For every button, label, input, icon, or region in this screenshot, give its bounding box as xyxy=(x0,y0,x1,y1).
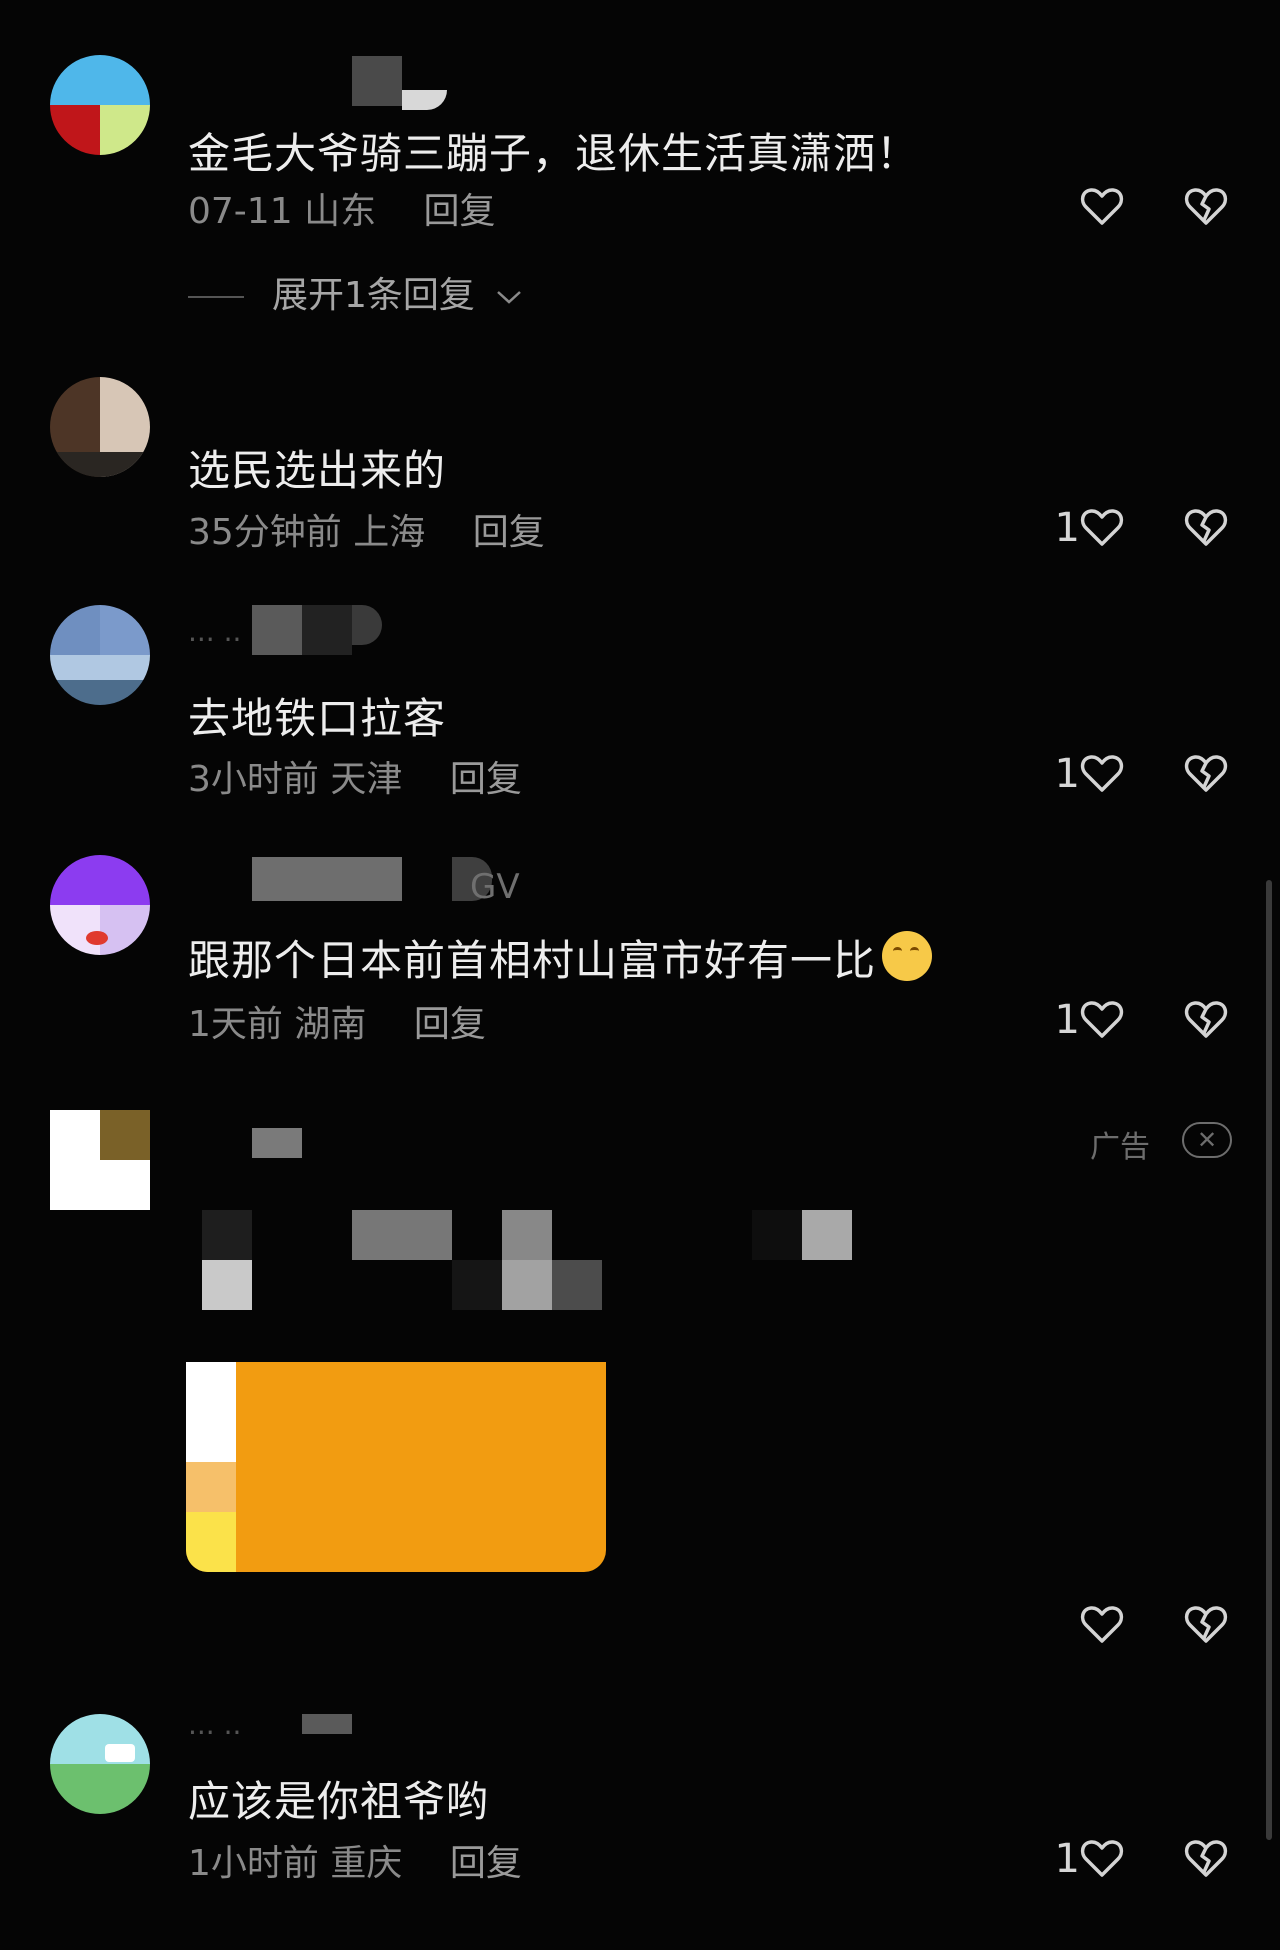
heart-outline-icon[interactable] xyxy=(1078,503,1126,551)
comment-location: 湖南 xyxy=(294,1004,367,1045)
comment-item: 金毛大爷骑三蹦子，退休生活真潇洒！ 07-11 山东 回复 展开1条回复 xyxy=(0,40,1280,316)
comment-text: 应该是你祖爷哟 xyxy=(188,1777,490,1826)
avatar[interactable] xyxy=(50,377,150,477)
comment-meta: 07-11 山东 回复 xyxy=(188,182,496,234)
comment-item: 选民选出来的 35分钟前 上海 回复 1 xyxy=(0,375,1280,575)
username-redacted: ··· ·· xyxy=(188,1716,242,1749)
comment-item: ··· ·· 去地铁口拉客 3小时前 天津 回复 1 xyxy=(0,605,1280,805)
ad-text-redacted xyxy=(802,1210,852,1260)
username-redacted xyxy=(302,1714,352,1734)
close-icon[interactable]: ✕ xyxy=(1182,1122,1232,1158)
ad-text-redacted xyxy=(452,1260,502,1310)
comment-actions: 1 xyxy=(1000,501,1230,557)
ad-text-redacted xyxy=(202,1210,252,1260)
avatar[interactable] xyxy=(50,55,150,155)
comment-time: 3小时前 xyxy=(188,759,319,800)
comment-item: ··· ·· 应该是你祖爷哟 1小时前 重庆 回复 1 xyxy=(0,1710,1280,1910)
scrollbar[interactable] xyxy=(1266,880,1272,1840)
comment-meta: 3小时前 天津 回复 xyxy=(188,750,522,802)
expand-replies-label: 展开1条回复 xyxy=(272,275,475,316)
reply-button[interactable]: 回复 xyxy=(424,191,496,232)
heart-outline-icon[interactable] xyxy=(1078,749,1126,797)
comment-text: 去地铁口拉客 xyxy=(188,694,447,743)
comment-time: 1小时前 xyxy=(188,1843,319,1884)
avatar[interactable] xyxy=(50,855,150,955)
like-count: 1 xyxy=(1054,505,1080,551)
comment-location: 山东 xyxy=(304,191,377,232)
comment-text-body: 跟那个日本前首相村山富市好有一比 xyxy=(188,936,877,985)
chevron-down-icon xyxy=(497,291,522,304)
username-redacted xyxy=(402,90,447,110)
ad-label: 广告 xyxy=(1090,1130,1150,1165)
username-redacted xyxy=(302,605,352,655)
comment-time: 1天前 xyxy=(188,1004,283,1045)
ad-text-redacted xyxy=(502,1260,552,1310)
comment-meta: 35分钟前 上海 回复 xyxy=(188,503,545,555)
reply-button[interactable]: 回复 xyxy=(450,1843,522,1884)
broken-heart-icon[interactable] xyxy=(1182,1834,1230,1882)
comment-actions: 1 xyxy=(1000,1832,1230,1888)
ad-banner[interactable] xyxy=(186,1362,606,1572)
expand-replies-button[interactable]: 展开1条回复 xyxy=(188,266,524,318)
heart-outline-icon[interactable] xyxy=(1078,1834,1126,1882)
like-count: 1 xyxy=(1054,1836,1080,1882)
broken-heart-icon[interactable] xyxy=(1182,1600,1230,1648)
reply-button[interactable]: 回复 xyxy=(450,759,522,800)
ad-text-redacted xyxy=(752,1210,802,1260)
comment-item: GV 跟那个日本前首相村山富市好有一比 1天前 湖南 回复 1 xyxy=(0,855,1280,1055)
username-redacted xyxy=(352,605,382,645)
username-redacted xyxy=(352,56,402,106)
heart-outline-icon[interactable] xyxy=(1078,995,1126,1043)
expand-divider xyxy=(188,296,244,298)
ad-item: 广告 ✕ xyxy=(0,1108,1280,1668)
comment-meta: 1小时前 重庆 回复 xyxy=(188,1834,522,1886)
comment-location: 上海 xyxy=(353,512,426,553)
broken-heart-icon[interactable] xyxy=(1182,749,1230,797)
comment-text: 跟那个日本前首相村山富市好有一比 xyxy=(188,927,933,988)
comment-actions: 1 xyxy=(1000,993,1230,1049)
broken-heart-icon[interactable] xyxy=(1182,995,1230,1043)
shush-emoji-icon xyxy=(882,931,933,981)
username-redacted: ··· ·· xyxy=(188,623,242,656)
heart-outline-icon[interactable] xyxy=(1078,182,1126,230)
ad-text-redacted xyxy=(352,1210,452,1260)
like-count: 1 xyxy=(1054,751,1080,797)
avatar[interactable] xyxy=(50,1714,150,1814)
comment-time: 07-11 xyxy=(188,191,293,232)
ad-avatar[interactable] xyxy=(50,1110,150,1210)
comment-time: 35分钟前 xyxy=(188,512,342,553)
comment-text: 金毛大爷骑三蹦子，退休生活真潇洒！ xyxy=(188,129,920,178)
comment-text: 选民选出来的 xyxy=(188,446,447,495)
avatar[interactable] xyxy=(50,605,150,705)
username-redacted xyxy=(252,857,402,901)
broken-heart-icon[interactable] xyxy=(1182,503,1230,551)
comment-actions: 1 xyxy=(1000,747,1230,803)
like-count: 1 xyxy=(1054,997,1080,1043)
reply-button[interactable]: 回复 xyxy=(414,1004,486,1045)
username-redacted xyxy=(252,605,302,655)
heart-outline-icon[interactable] xyxy=(1078,1600,1126,1648)
ad-text-redacted xyxy=(502,1210,552,1260)
ad-name-redacted xyxy=(252,1128,302,1158)
username-partial: GV xyxy=(470,867,520,907)
ad-text-redacted xyxy=(552,1260,602,1310)
reply-button[interactable]: 回复 xyxy=(473,512,545,553)
comment-location: 重庆 xyxy=(330,1843,403,1884)
comment-meta: 1天前 湖南 回复 xyxy=(188,995,486,1047)
broken-heart-icon[interactable] xyxy=(1182,182,1230,230)
comment-actions xyxy=(1000,180,1230,236)
ad-actions xyxy=(1000,1598,1230,1654)
comment-location: 天津 xyxy=(330,759,403,800)
ad-text-redacted xyxy=(202,1260,252,1310)
